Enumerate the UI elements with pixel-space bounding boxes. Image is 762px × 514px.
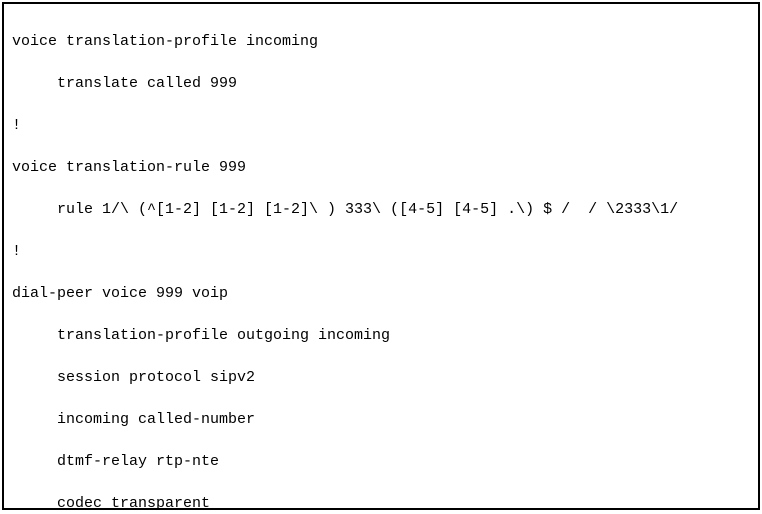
code-line: ! bbox=[12, 115, 750, 136]
config-code-block: voice translation-profile incoming trans… bbox=[2, 2, 760, 510]
code-line: session protocol sipv2 bbox=[12, 367, 750, 388]
code-line: rule 1/\ (^[1-2] [1-2] [1-2]\ ) 333\ ([4… bbox=[12, 199, 750, 220]
code-line: ! bbox=[12, 241, 750, 262]
code-line: translate called 999 bbox=[12, 73, 750, 94]
code-line: dial-peer voice 999 voip bbox=[12, 283, 750, 304]
code-line: codec transparent bbox=[12, 493, 750, 510]
code-line: voice translation-profile incoming bbox=[12, 31, 750, 52]
code-line: voice translation-rule 999 bbox=[12, 157, 750, 178]
code-line: incoming called-number bbox=[12, 409, 750, 430]
code-line: translation-profile outgoing incoming bbox=[12, 325, 750, 346]
code-line: dtmf-relay rtp-nte bbox=[12, 451, 750, 472]
